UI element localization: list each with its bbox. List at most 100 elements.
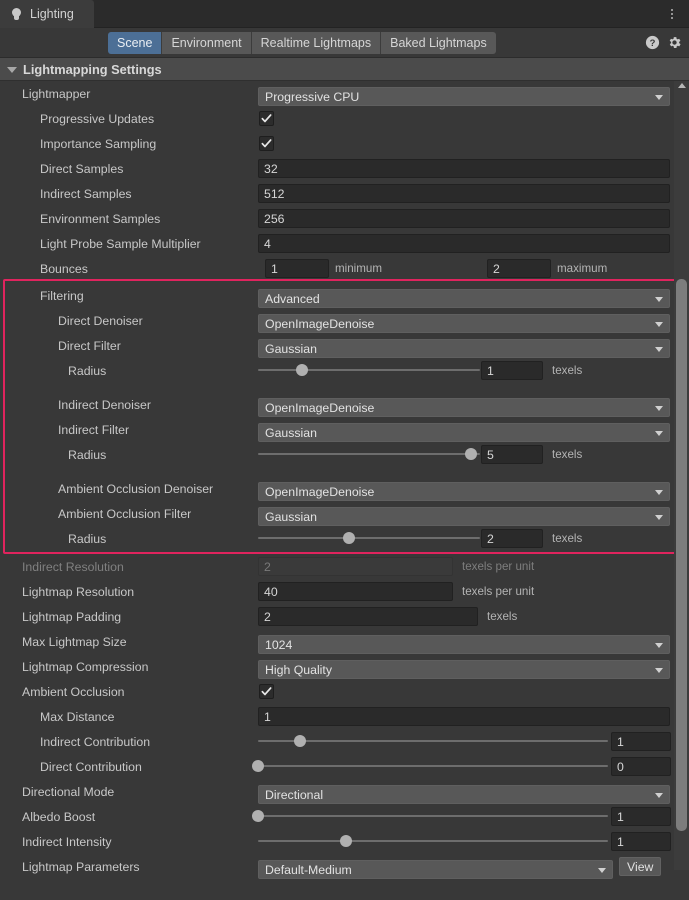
indirect-filter-value: Gaussian xyxy=(265,426,317,440)
kebab-menu-icon[interactable] xyxy=(665,5,679,23)
scrollbar-thumb[interactable] xyxy=(676,279,687,831)
slider-track xyxy=(258,815,608,817)
direct-contribution-input[interactable]: 0 xyxy=(611,757,671,776)
direct-radius-slider[interactable] xyxy=(258,358,480,383)
importance-sampling-checkbox[interactable] xyxy=(259,136,274,151)
ao-radius-label: Radius xyxy=(0,526,106,551)
tab-environment[interactable]: Environment xyxy=(162,32,251,54)
row-ambient-occlusion: Ambient Occlusion xyxy=(0,679,689,704)
direct-filter-dropdown[interactable]: Gaussian xyxy=(258,339,670,358)
row-max-distance: Max Distance 1 xyxy=(0,704,689,729)
slider-thumb[interactable] xyxy=(252,760,264,772)
direct-filter-label: Direct Filter xyxy=(0,333,121,358)
filtering-label: Filtering xyxy=(0,283,84,308)
row-indirect-resolution: Indirect Resolution 2 texels per unit xyxy=(0,554,689,579)
row-ao-radius: Radius 2 texels xyxy=(0,526,689,551)
ao-denoiser-dropdown[interactable]: OpenImageDenoise xyxy=(258,482,670,501)
row-indirect-contribution: Indirect Contribution 1 xyxy=(0,729,689,754)
indirect-radius-unit: texels xyxy=(552,442,582,467)
lightmap-padding-input[interactable]: 2 xyxy=(258,607,478,626)
direct-radius-input[interactable]: 1 xyxy=(481,361,543,380)
indirect-denoiser-label: Indirect Denoiser xyxy=(0,392,151,417)
lightmapper-label: Lightmapper xyxy=(0,81,90,106)
indirect-radius-slider[interactable] xyxy=(258,442,480,467)
help-icon[interactable]: ? xyxy=(645,35,660,50)
gear-icon[interactable] xyxy=(667,35,682,50)
row-progressive-updates: Progressive Updates xyxy=(0,106,689,131)
tab-baked-lightmaps[interactable]: Baked Lightmaps xyxy=(381,32,496,54)
direct-radius-label: Radius xyxy=(0,358,106,383)
slider-thumb[interactable] xyxy=(340,835,352,847)
indirect-radius-input[interactable]: 5 xyxy=(481,445,543,464)
filtering-dropdown[interactable]: Advanced xyxy=(258,289,670,308)
slider-track xyxy=(258,537,480,539)
lightmap-parameters-view-button[interactable]: View xyxy=(619,857,661,876)
bounces-max-input[interactable]: 2 xyxy=(487,259,551,278)
lightmap-parameters-dropdown[interactable]: Default-Medium xyxy=(258,860,613,879)
lightmapper-dropdown[interactable]: Progressive CPU xyxy=(258,87,670,106)
ao-filter-label: Ambient Occlusion Filter xyxy=(0,501,191,526)
row-ao-denoiser: Ambient Occlusion Denoiser OpenImageDeno… xyxy=(0,476,689,501)
indirect-contribution-slider[interactable] xyxy=(258,729,608,754)
tab-realtime-lightmaps[interactable]: Realtime Lightmaps xyxy=(252,32,381,54)
window-tab-lighting[interactable]: Lighting xyxy=(0,0,94,28)
direct-samples-input[interactable]: 32 xyxy=(258,159,670,178)
chevron-down-icon xyxy=(7,67,17,73)
lightmapper-value: Progressive CPU xyxy=(265,90,359,104)
max-distance-label: Max Distance xyxy=(0,704,115,729)
indirect-denoiser-dropdown[interactable]: OpenImageDenoise xyxy=(258,398,670,417)
lightmapping-settings-foldout[interactable]: Lightmapping Settings xyxy=(0,58,689,81)
progressive-updates-checkbox[interactable] xyxy=(259,111,274,126)
environment-samples-input[interactable]: 256 xyxy=(258,209,670,228)
row-lightmap-compression: Lightmap Compression High Quality xyxy=(0,654,689,679)
bounces-max-unit: maximum xyxy=(557,256,607,281)
indirect-contribution-label: Indirect Contribution xyxy=(0,729,150,754)
light-probe-sample-multiplier-input[interactable]: 4 xyxy=(258,234,670,253)
direct-contribution-slider[interactable] xyxy=(258,754,608,779)
row-max-lightmap-size: Max Lightmap Size 1024 xyxy=(0,629,689,654)
chevron-down-icon xyxy=(655,406,663,411)
tab-scene[interactable]: Scene xyxy=(108,32,162,54)
slider-thumb[interactable] xyxy=(465,448,477,460)
row-indirect-samples: Indirect Samples 512 xyxy=(0,181,689,206)
slider-thumb[interactable] xyxy=(296,364,308,376)
indirect-samples-input[interactable]: 512 xyxy=(258,184,670,203)
indirect-filter-dropdown[interactable]: Gaussian xyxy=(258,423,670,442)
check-icon xyxy=(261,138,272,149)
ambient-occlusion-checkbox[interactable] xyxy=(259,684,274,699)
ao-radius-slider[interactable] xyxy=(258,526,480,551)
indirect-intensity-slider[interactable] xyxy=(258,829,608,854)
direct-denoiser-value: OpenImageDenoise xyxy=(265,317,374,331)
slider-track xyxy=(258,369,480,371)
lightmap-compression-dropdown[interactable]: High Quality xyxy=(258,660,670,679)
scroll-up-icon[interactable] xyxy=(678,83,686,88)
filtering-value: Advanced xyxy=(265,292,320,306)
lightmap-padding-unit: texels xyxy=(487,604,517,629)
lightmap-resolution-input[interactable]: 40 xyxy=(258,582,453,601)
direct-denoiser-dropdown[interactable]: OpenImageDenoise xyxy=(258,314,670,333)
albedo-boost-input[interactable]: 1 xyxy=(611,807,671,826)
indirect-resolution-input: 2 xyxy=(258,557,453,576)
max-lightmap-size-value: 1024 xyxy=(265,638,292,652)
chevron-down-icon xyxy=(655,643,663,648)
indirect-intensity-input[interactable]: 1 xyxy=(611,832,671,851)
direct-denoiser-label: Direct Denoiser xyxy=(0,308,143,333)
chevron-down-icon xyxy=(655,668,663,673)
indirect-contribution-input[interactable]: 1 xyxy=(611,732,671,751)
max-lightmap-size-dropdown[interactable]: 1024 xyxy=(258,635,670,654)
environment-samples-label: Environment Samples xyxy=(0,206,160,231)
directional-mode-dropdown[interactable]: Directional xyxy=(258,785,670,804)
slider-thumb[interactable] xyxy=(252,810,264,822)
slider-thumb[interactable] xyxy=(294,735,306,747)
vertical-scrollbar[interactable] xyxy=(674,81,689,870)
bounces-min-input[interactable]: 1 xyxy=(265,259,329,278)
slider-thumb[interactable] xyxy=(343,532,355,544)
row-indirect-radius: Radius 5 texels xyxy=(0,442,689,467)
row-albedo-boost: Albedo Boost 1 xyxy=(0,804,689,829)
ao-filter-dropdown[interactable]: Gaussian xyxy=(258,507,670,526)
albedo-boost-slider[interactable] xyxy=(258,804,608,829)
row-direct-radius: Radius 1 texels xyxy=(0,358,689,383)
importance-sampling-label: Importance Sampling xyxy=(0,131,156,156)
ao-radius-input[interactable]: 2 xyxy=(481,529,543,548)
max-distance-input[interactable]: 1 xyxy=(258,707,670,726)
